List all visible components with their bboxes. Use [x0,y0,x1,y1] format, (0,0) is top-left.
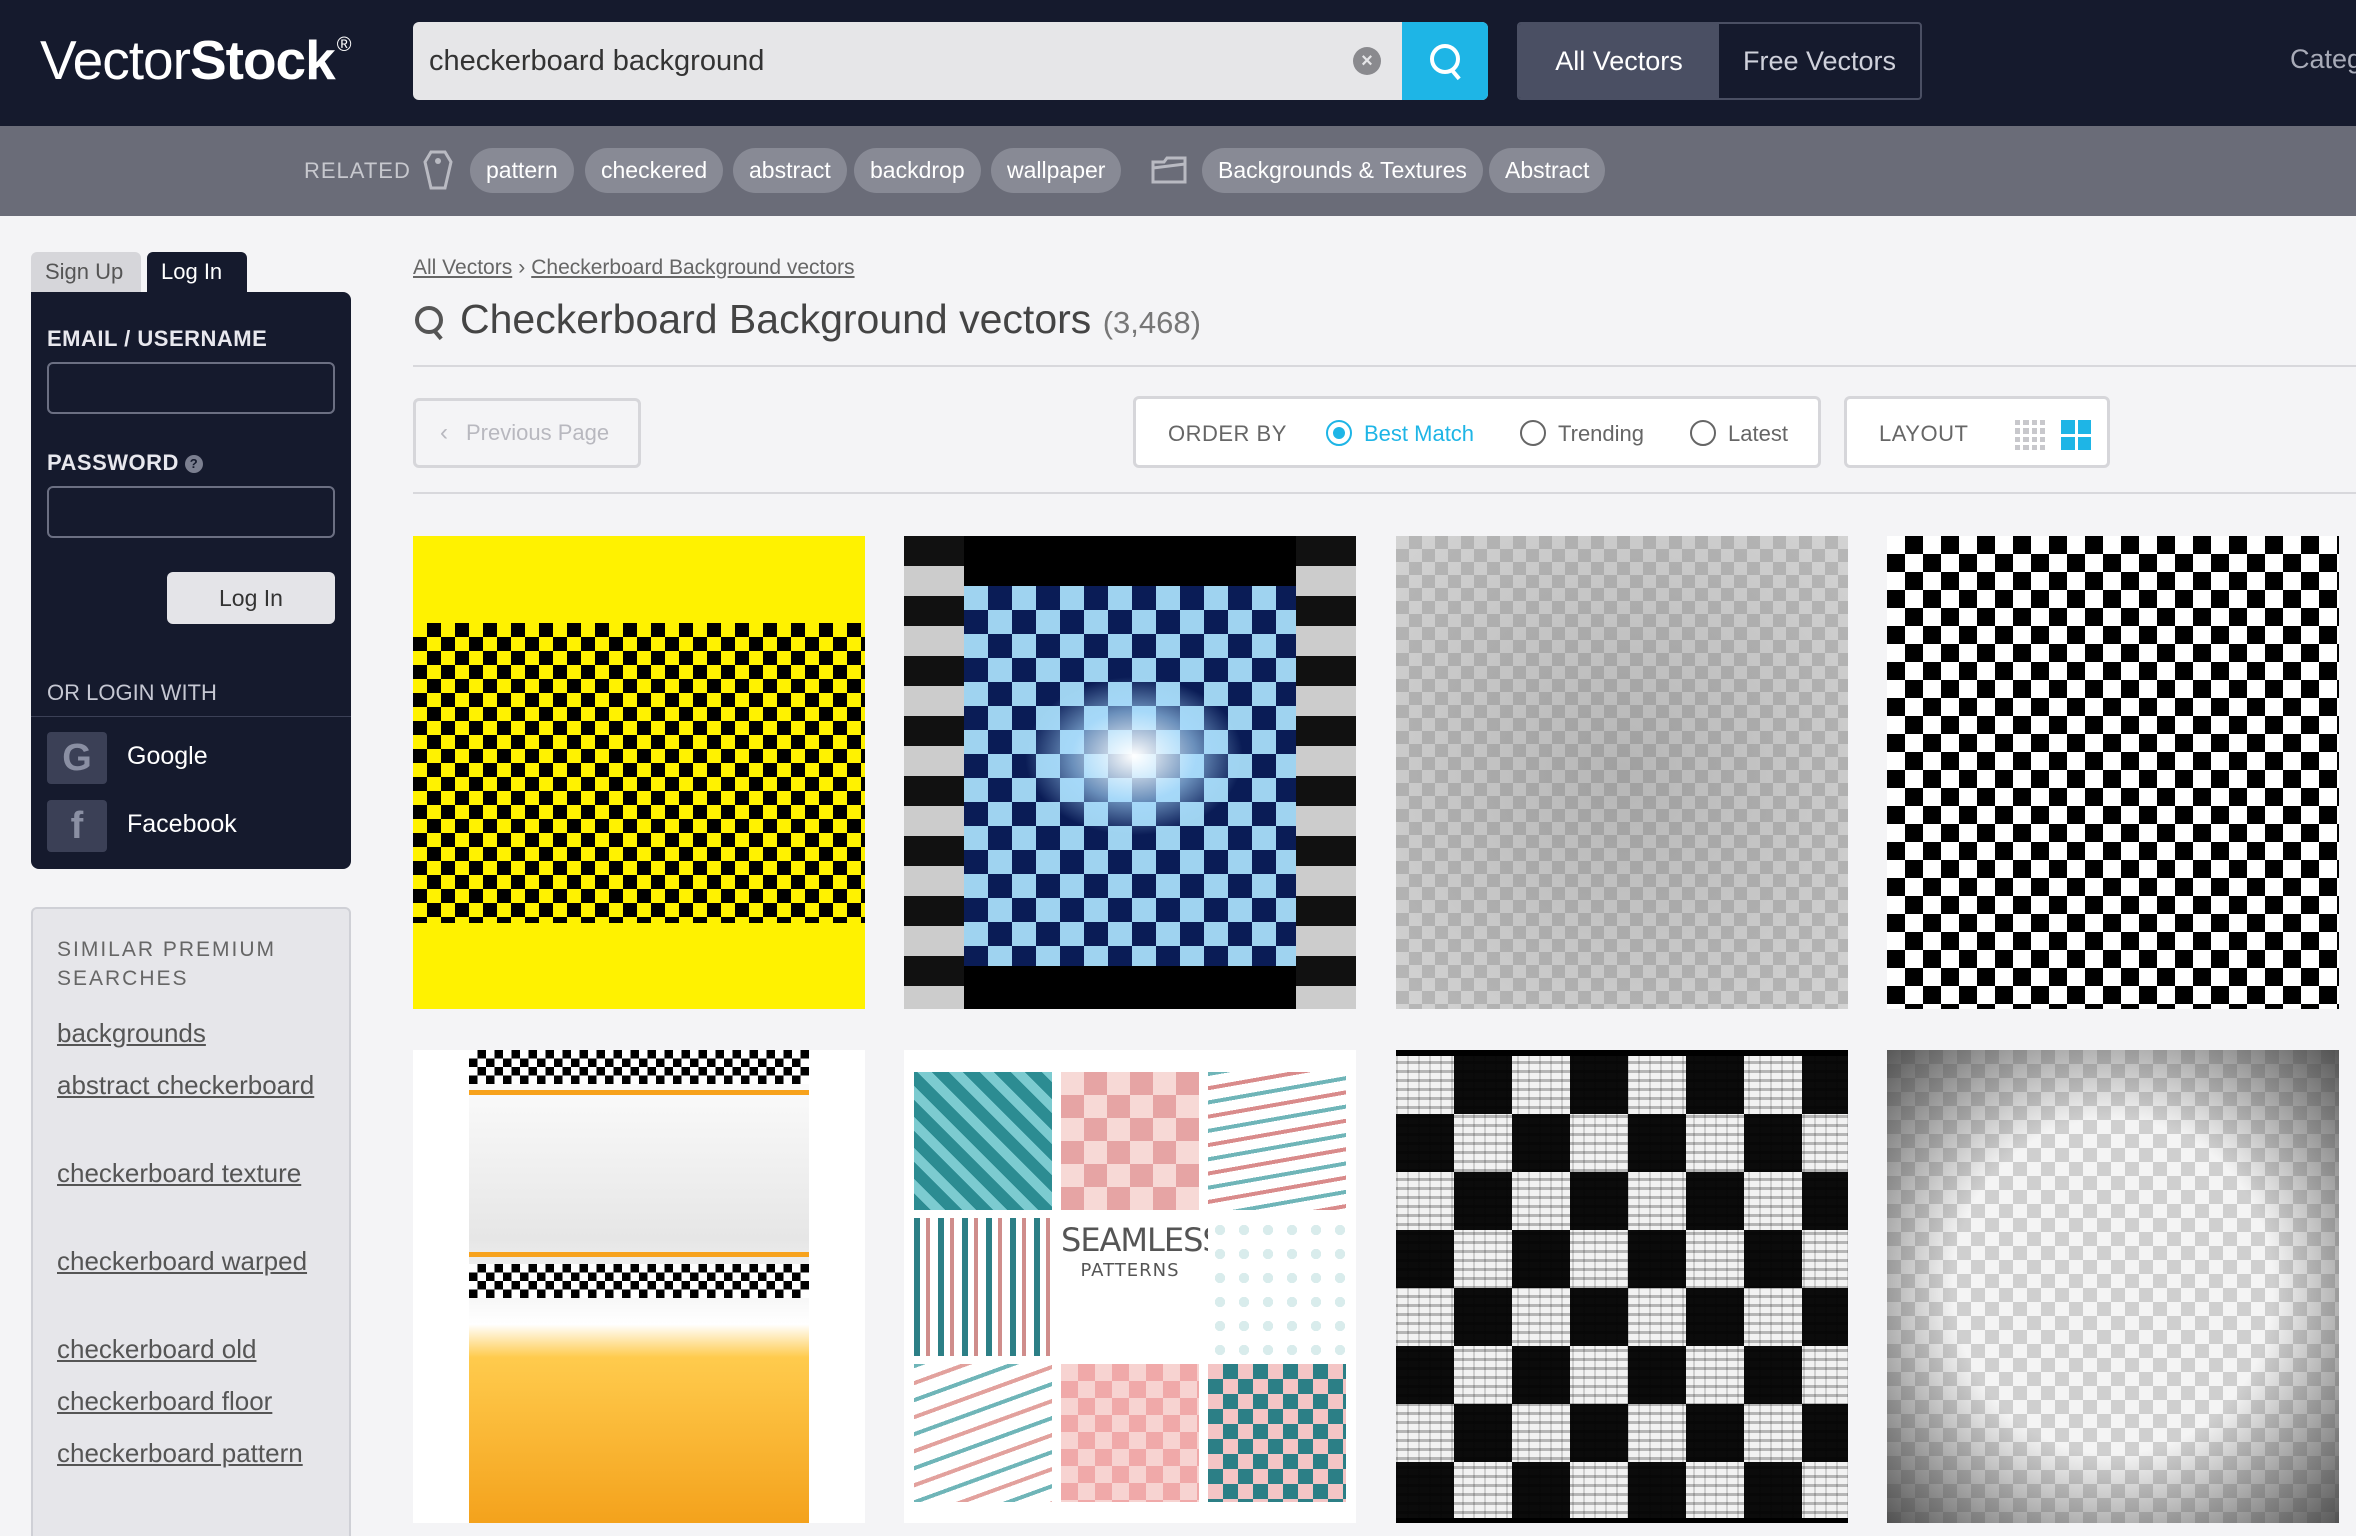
thumbnail-black-white-checkerboard[interactable] [1887,536,2339,1009]
thumbnail-vignette-transparency[interactable] [1887,1050,2339,1523]
chevron-left-icon: ‹ [440,419,448,446]
all-vectors-tab[interactable]: All Vectors [1519,24,1719,98]
radio-trending[interactable] [1520,420,1546,446]
similar-link[interactable]: checkerboard pattern [57,1435,317,1471]
similar-link[interactable]: checkerboard old [57,1331,317,1367]
related-category-backgrounds-textures[interactable]: Backgrounds & Textures [1202,148,1483,193]
option-trending[interactable]: Trending [1558,421,1644,447]
search-button[interactable] [1402,22,1488,100]
similar-link[interactable]: checkerboard floor [57,1383,317,1419]
google-icon[interactable]: G [47,732,107,784]
clear-search-icon[interactable]: × [1353,47,1381,75]
thumbnail-seamless-patterns[interactable]: SEAMLESS PATTERNS [904,1050,1356,1523]
info-icon[interactable]: ? [184,455,203,474]
facebook-login-link[interactable]: Facebook [127,810,237,839]
order-by-label: ORDER BY [1168,421,1287,446]
order-by-control: ORDER BY Best Match Trending Latest [1133,396,1821,468]
page-title: Checkerboard Background vectors (3,468) [460,296,1201,342]
thumbnail-blue-checkerboard-tunnel[interactable] [904,536,1356,1009]
email-label: EMAIL / USERNAME [47,326,268,351]
similar-link[interactable]: checkerboard warped [57,1243,317,1279]
similar-searches-panel: SIMILAR PREMIUM SEARCHES backgrounds abs… [31,907,351,1536]
search-input[interactable] [413,22,1373,100]
result-count: (3,468) [1102,305,1201,340]
large-grid-icon[interactable] [2061,420,2091,450]
google-login-link[interactable]: Google [127,742,208,771]
similar-link[interactable]: abstract checkerboard [57,1067,317,1103]
divider [413,492,2356,494]
log-in-button[interactable]: Log In [167,572,335,624]
related-bar: RELATED pattern checkered abstract backd… [0,126,2356,216]
categories-menu[interactable]: Categ [2290,44,2356,75]
divider [31,716,351,717]
related-tag-backdrop[interactable]: backdrop [854,148,981,193]
thumbnail-racing-flyer[interactable] [413,1050,865,1523]
related-tag-pattern[interactable]: pattern [470,148,574,193]
option-best-match[interactable]: Best Match [1364,421,1474,447]
or-login-with-label: OR LOGIN WITH [47,680,217,705]
thumbnail-yellow-checkerboard[interactable] [413,536,865,1009]
divider [413,365,2356,367]
search-icon [415,306,443,334]
login-panel: EMAIL / USERNAME PASSWORD? Log In OR LOG… [31,292,351,869]
tag-icon [423,150,453,190]
search-bar: × [413,22,1488,100]
related-tag-abstract[interactable]: abstract [733,148,847,193]
layout-control: LAYOUT [1844,396,2110,468]
facebook-icon[interactable]: f [47,800,107,852]
similar-link[interactable]: backgrounds [57,1015,317,1051]
breadcrumb-all-vectors[interactable]: All Vectors [413,256,512,279]
breadcrumb: All Vectors › Checkerboard Background vect… [413,256,855,279]
top-bar: VectorStock® × All Vectors Free Vectors … [0,0,2356,126]
layout-label: LAYOUT [1879,421,1969,446]
previous-page-button[interactable]: ‹ Previous Page [413,398,641,468]
related-tag-wallpaper[interactable]: wallpaper [991,148,1122,193]
radio-best-match[interactable] [1326,420,1352,446]
folder-icon [1151,156,1187,184]
vectorstock-logo[interactable]: VectorStock ® [40,28,351,92]
breadcrumb-current[interactable]: Checkerboard Background vectors [531,256,854,279]
password-label: PASSWORD? [47,450,203,476]
tab-sign-up[interactable]: Sign Up [31,252,141,292]
radio-latest[interactable] [1690,420,1716,446]
option-latest[interactable]: Latest [1728,421,1788,447]
related-category-abstract[interactable]: Abstract [1489,148,1606,193]
small-grid-icon[interactable] [2015,420,2045,450]
related-label: RELATED [304,158,411,183]
similar-searches-title: SIMILAR PREMIUM SEARCHES [57,938,277,990]
related-tag-checkered[interactable]: checkered [585,148,724,193]
free-vectors-tab[interactable]: Free Vectors [1719,24,1920,98]
tab-log-in[interactable]: Log In [147,252,247,292]
similar-link[interactable]: checkerboard texture [57,1155,317,1191]
vector-type-toggle: All Vectors Free Vectors [1517,22,1922,100]
thumbnail-grunge-checkerboard[interactable] [1396,1050,1848,1523]
thumbnail-gray-transparency-grid[interactable] [1396,536,1848,1009]
email-field[interactable] [47,362,335,414]
search-icon [1430,44,1460,74]
password-field[interactable] [47,486,335,538]
